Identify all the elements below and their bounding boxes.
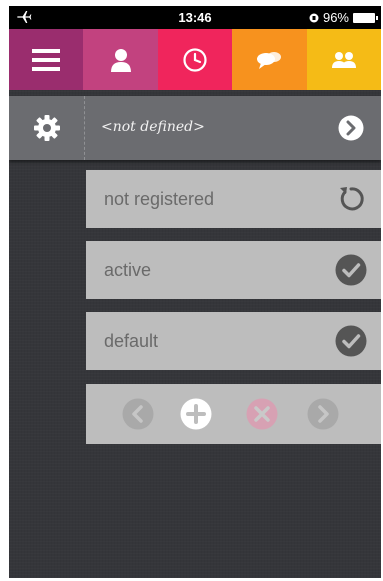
person-icon (110, 48, 131, 72)
tab-menu[interactable] (9, 29, 84, 90)
status-bar: 13:46 96% (9, 6, 381, 29)
list-item-not-registered[interactable]: not registered (86, 170, 381, 228)
navigation-bar (86, 384, 381, 444)
phone-screen: 13:46 96% <not defined> not registered a… (9, 6, 381, 578)
settings-button[interactable] (9, 96, 85, 160)
add-circle-icon[interactable] (180, 398, 212, 430)
menu-icon (32, 48, 61, 71)
group-icon (331, 51, 356, 68)
forward-circle-icon[interactable] (307, 398, 339, 430)
battery-icon (353, 12, 378, 23)
refresh-icon[interactable] (335, 183, 367, 215)
row-label: not registered (104, 189, 215, 209)
tab-bar (9, 29, 381, 90)
tab-history[interactable] (157, 29, 233, 90)
tab-user[interactable] (83, 29, 158, 90)
row-label: default (104, 331, 159, 351)
tab-groups[interactable] (306, 29, 381, 90)
tab-chat[interactable] (232, 29, 307, 90)
clock-icon (183, 47, 207, 72)
chat-bubbles-icon (257, 51, 282, 69)
device-bar: <not defined> (9, 96, 381, 160)
battery-percent: 96% (322, 10, 349, 25)
check-circle-icon[interactable] (335, 325, 367, 357)
check-circle-icon[interactable] (335, 254, 367, 286)
back-circle-icon[interactable] (122, 398, 154, 430)
gear-icon (33, 115, 60, 141)
row-label: active (104, 260, 152, 280)
device-name: <not defined> (101, 119, 205, 135)
chevron-right-circle-icon[interactable] (338, 115, 364, 141)
orientation-lock-icon (309, 13, 319, 22)
delete-circle-icon[interactable] (246, 398, 278, 430)
list-item-default[interactable]: default (86, 312, 381, 370)
list-item-active[interactable]: active (86, 241, 381, 299)
